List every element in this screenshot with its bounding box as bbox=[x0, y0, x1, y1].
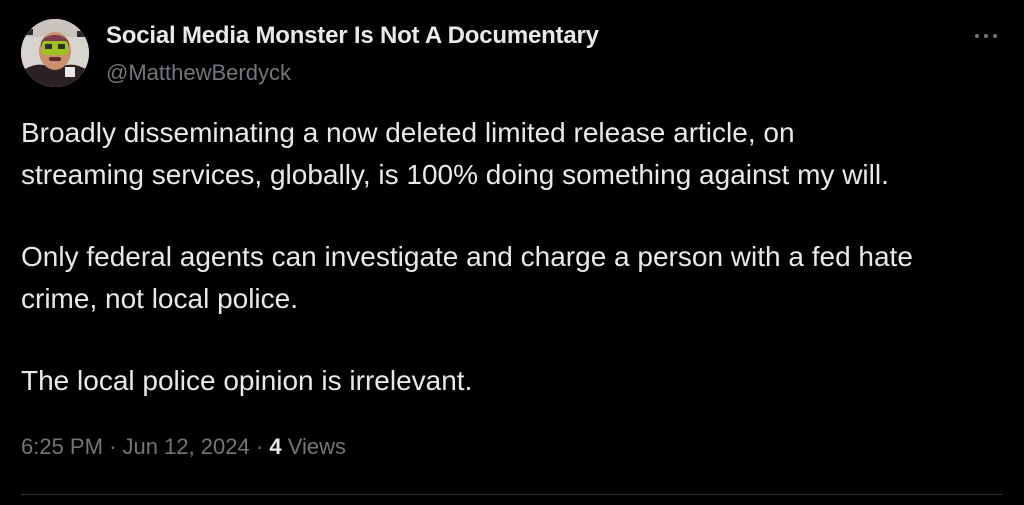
tweet-paragraph: Only federal agents can investigate and … bbox=[21, 241, 913, 314]
meta-separator: · bbox=[109, 434, 117, 459]
tweet-meta: 6:25 PM · Jun 12, 2024 · 4 Views bbox=[21, 434, 346, 460]
tweet-paragraph: The local police opinion is irrelevant. bbox=[21, 365, 473, 396]
tweet: Social Media Monster Is Not A Documentar… bbox=[0, 0, 1024, 505]
tweet-time[interactable]: 6:25 PM bbox=[21, 434, 103, 459]
tweet-paragraph: Broadly disseminating a now deleted limi… bbox=[21, 117, 889, 190]
author-handle[interactable]: @MatthewBerdyck bbox=[106, 60, 291, 86]
avatar-image bbox=[21, 19, 89, 87]
avatar[interactable] bbox=[21, 19, 89, 87]
views-label[interactable]: Views bbox=[288, 434, 346, 459]
more-options-icon-dot-2 bbox=[984, 34, 988, 38]
tweet-text: Broadly disseminating a now deleted limi… bbox=[21, 112, 1006, 402]
more-options-icon bbox=[975, 34, 979, 38]
meta-separator: · bbox=[255, 434, 264, 459]
author-display-name[interactable]: Social Media Monster Is Not A Documentar… bbox=[106, 22, 599, 50]
more-options-button[interactable] bbox=[968, 22, 1004, 50]
more-options-icon-dot-3 bbox=[993, 34, 997, 38]
tweet-date[interactable]: Jun 12, 2024 bbox=[123, 434, 250, 459]
views-count[interactable]: 4 bbox=[269, 434, 281, 459]
divider bbox=[21, 494, 1002, 495]
